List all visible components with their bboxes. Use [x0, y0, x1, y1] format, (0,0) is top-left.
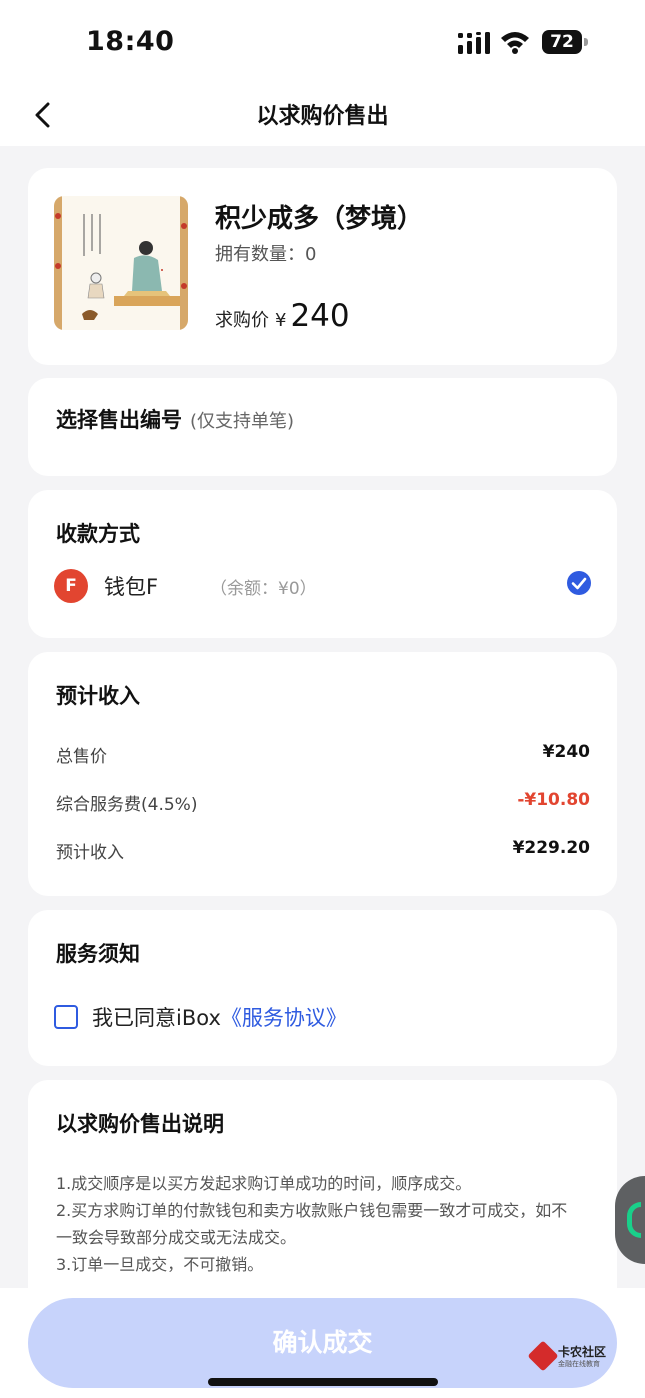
owned-count: 拥有数量：0 [215, 244, 317, 265]
service-fee-row: 综合服务费(4.5%) -¥10.80 [56, 790, 590, 815]
wallet-name: 钱包F [104, 575, 159, 599]
price-currency: ¥ [275, 310, 287, 331]
price-value: 240 [290, 298, 350, 334]
wallet-option[interactable]: F 钱包F （余额：¥0） [54, 568, 594, 604]
confirm-deal-button[interactable]: 确认成交 [28, 1298, 617, 1388]
home-indicator[interactable] [208, 1378, 438, 1386]
explanation-line-1: 1.成交顺序是以买方发起求购订单成功的时间，顺序成交。 [56, 1174, 472, 1193]
product-name: 积少成多（梦境） [215, 204, 424, 234]
floating-assistant-button[interactable] [615, 1176, 645, 1264]
expected-income-card: 预计收入 总售价 ¥240 综合服务费(4.5%) -¥10.80 预计收入 ¥… [28, 652, 617, 896]
wallet-badge-icon: F [54, 569, 88, 603]
agree-checkbox[interactable] [54, 1005, 78, 1029]
explanation-body: 1.成交顺序是以买方发起求购订单成功的时间，顺序成交。 2.买方求购订单的付款钱… [56, 1170, 576, 1278]
product-card: 积少成多（梦境） 拥有数量：0 求购价 ¥240 [28, 168, 617, 365]
checked-circle-icon[interactable] [566, 570, 592, 596]
product-illustration [54, 196, 188, 330]
net-income-value: ¥229.20 [512, 838, 590, 858]
watermark-logo-icon [527, 1340, 559, 1372]
select-serial-card[interactable]: 选择售出编号 (仅支持单笔) [28, 378, 617, 476]
service-fee-label: 综合服务费(4.5%) [56, 795, 198, 815]
cellular-signal-icon [458, 32, 490, 54]
service-fee-value: -¥10.80 [517, 790, 590, 810]
watermark: 卡农社区 金融在线教育 [527, 1340, 612, 1373]
explanation-title: 以求购价售出说明 [56, 1112, 224, 1136]
payment-method-card: 收款方式 F 钱包F （余额：¥0） [28, 490, 617, 638]
page-title: 以求购价售出 [256, 104, 389, 129]
total-price-row: 总售价 ¥240 [56, 742, 590, 767]
service-notice-card: 服务须知 我已同意iBox《服务协议》 [28, 910, 617, 1066]
status-bar: 18:40 72 [0, 0, 645, 84]
select-serial-note: (仅支持单笔) [190, 411, 295, 432]
service-agreement-link[interactable]: 《服务协议》 [221, 1006, 347, 1030]
net-income-row: 预计收入 ¥229.20 [56, 838, 590, 863]
net-income-label: 预计收入 [56, 843, 124, 863]
wifi-icon [501, 32, 529, 54]
total-price-label: 总售价 [56, 747, 107, 767]
explanation-line-2: 2.买方求购订单的付款钱包和卖方收款账户钱包需要一致才可成交，如不一致会导致部分… [56, 1201, 568, 1247]
expected-income-title: 预计收入 [56, 684, 140, 708]
assistant-icon [627, 1202, 641, 1238]
explanation-line-3: 3.订单一旦成交，不可撤销。 [56, 1255, 264, 1274]
service-notice-title: 服务须知 [56, 942, 140, 966]
battery-tip [584, 38, 588, 46]
agree-text: 我已同意iBox《服务协议》 [92, 1002, 347, 1032]
select-serial-label: 选择售出编号 [56, 408, 182, 432]
price-label: 求购价 [215, 310, 269, 331]
status-time: 18:40 [86, 26, 175, 57]
select-serial-title: 选择售出编号 (仅支持单笔) [56, 404, 294, 434]
watermark-subtitle: 金融在线教育 [558, 1360, 600, 1368]
nav-bar: 以求购价售出 [0, 84, 645, 146]
payment-method-title: 收款方式 [56, 522, 140, 546]
product-image[interactable] [54, 196, 188, 330]
battery-indicator: 72 [542, 30, 582, 54]
total-price-value: ¥240 [542, 742, 590, 762]
price-row: 求购价 ¥240 [215, 298, 350, 334]
watermark-name: 卡农社区 [558, 1345, 607, 1359]
wallet-balance: （余额：¥0） [210, 579, 317, 599]
agree-label: 我已同意iBox [92, 1006, 221, 1030]
